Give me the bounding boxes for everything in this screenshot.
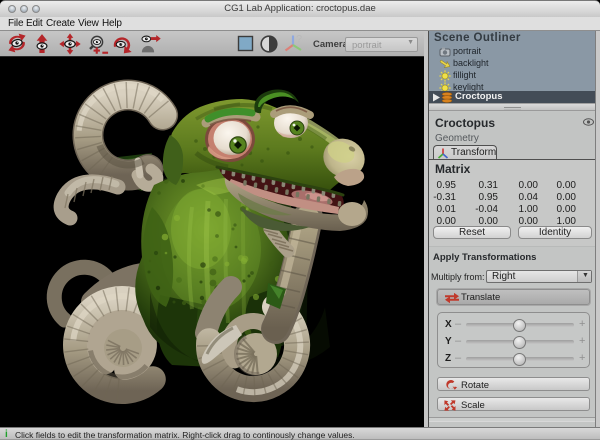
svg-text:?: ?: [296, 34, 302, 46]
